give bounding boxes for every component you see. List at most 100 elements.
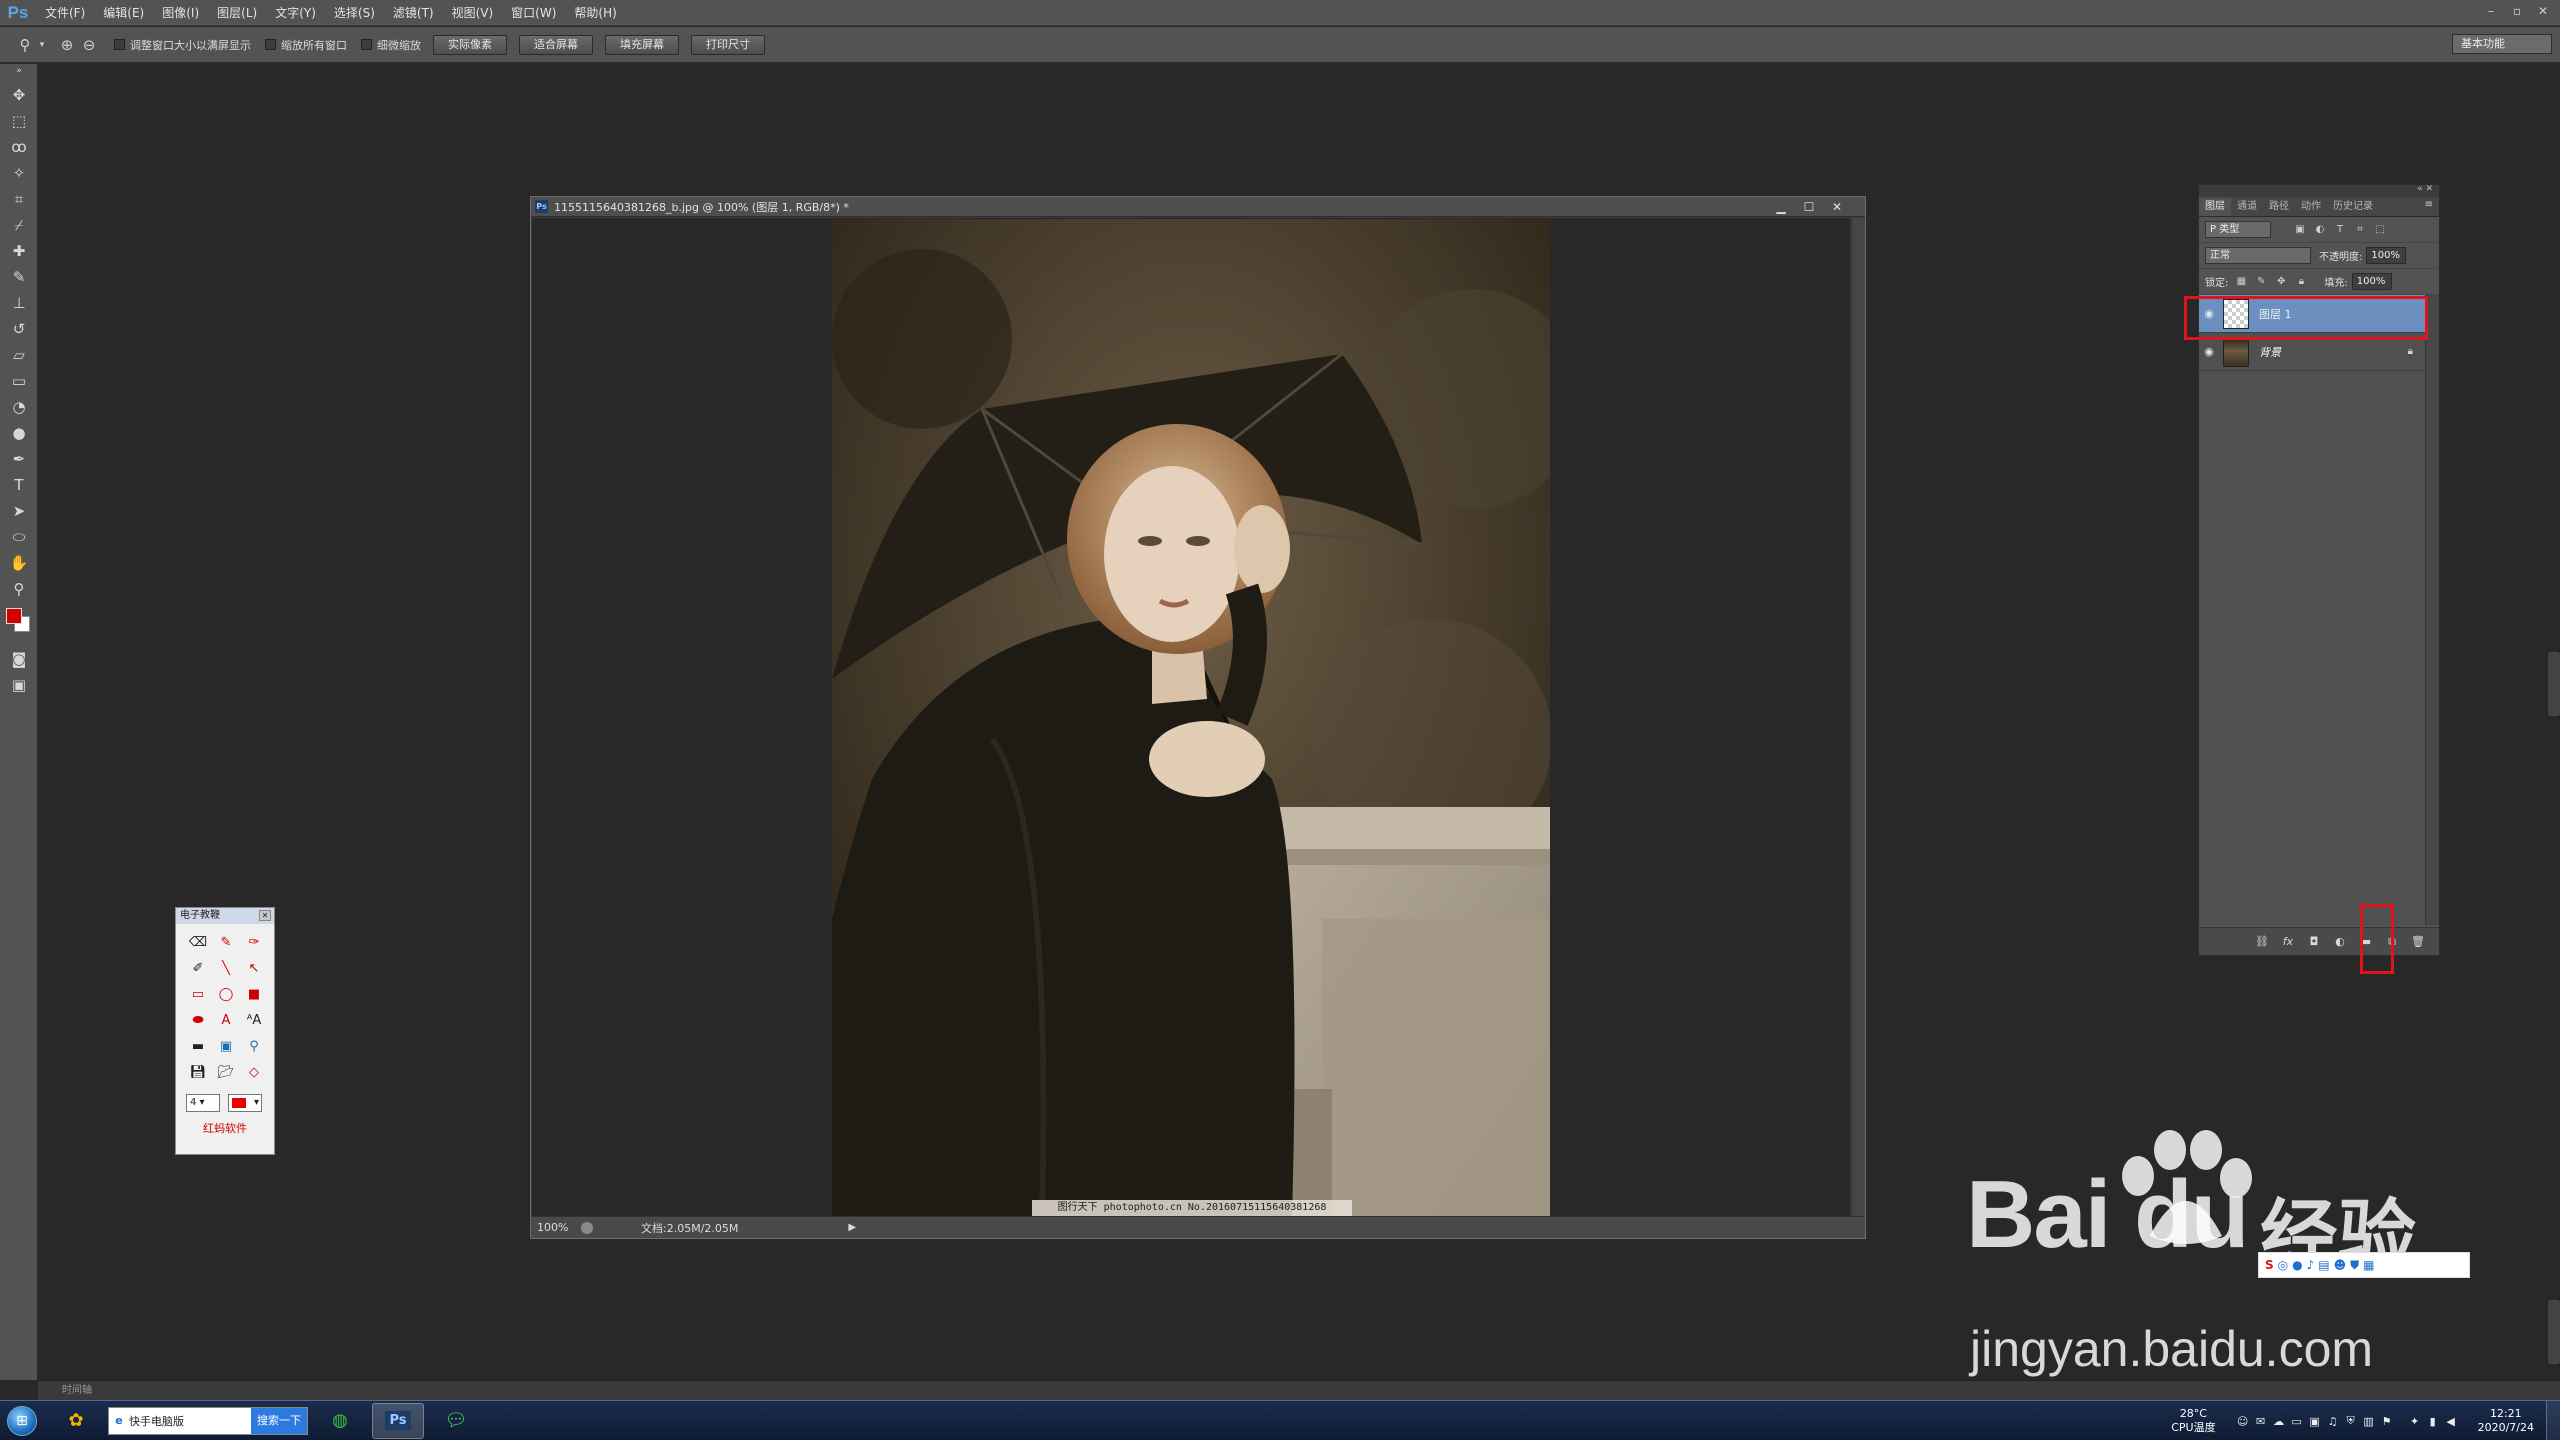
checkbox-box[interactable] — [114, 39, 125, 50]
zoom-tool-icon[interactable]: ⚲ — [14, 34, 36, 56]
user-icon[interactable]: ☻ — [2334, 1258, 2347, 1272]
marquee-tool-icon[interactable]: ⬚ — [0, 108, 38, 134]
restore-button[interactable]: ▫ — [2504, 0, 2530, 22]
panel-menu-icon[interactable]: ≡ — [2425, 199, 2433, 210]
menu-file[interactable]: 文件(F) — [36, 0, 94, 26]
screenshot-icon[interactable]: ▣ — [212, 1034, 240, 1060]
panel-header[interactable]: « ✕ — [2199, 184, 2439, 197]
menu-type[interactable]: 文字(Y) — [266, 0, 325, 26]
status-icon[interactable] — [581, 1221, 593, 1234]
eraser-tool-icon[interactable]: ▱ — [0, 342, 38, 368]
clear-icon[interactable]: ◇ — [240, 1060, 268, 1086]
logo-icon[interactable]: S — [2265, 1258, 2274, 1272]
lasso-tool-icon[interactable]: ꝏ — [0, 134, 38, 160]
menu-edit[interactable]: 编辑(E) — [94, 0, 153, 26]
shirt-icon[interactable]: ⛊ — [2350, 1258, 2359, 1273]
hand-tool-icon[interactable]: ✋ — [0, 550, 38, 576]
scrubby-zoom-checkbox[interactable]: 细微缩放 — [361, 37, 421, 53]
adjustment-layer-icon[interactable]: ◐ — [2327, 935, 2353, 948]
tray-app-icon[interactable]: ▣ — [2306, 1415, 2324, 1428]
status-menu-arrow-icon[interactable]: ▶ — [848, 1222, 856, 1233]
path-selection-tool-icon[interactable]: ➤ — [0, 498, 38, 524]
shape-tool-icon[interactable]: ⬭ — [0, 524, 38, 550]
tray-flag-icon[interactable]: ⚑ — [2378, 1415, 2396, 1428]
cpu-temperature[interactable]: 28°C CPU温度 — [2171, 1407, 2215, 1435]
photo-woman-with-umbrella[interactable]: 图行天下 photophoto.cn No.201607151156403812… — [832, 219, 1550, 1216]
edge-handle[interactable] — [2548, 1300, 2560, 1364]
menu-layer[interactable]: 图层(L) — [208, 0, 266, 26]
highlighter-icon[interactable]: ✐ — [184, 956, 212, 982]
gradient-tool-icon[interactable]: ▭ — [0, 368, 38, 394]
browser-search-box[interactable]: e 快手电脑版 搜索一下 — [108, 1406, 308, 1435]
workspace-select[interactable]: 基本功能 — [2452, 34, 2552, 54]
arrow-icon[interactable]: ↖ — [240, 956, 268, 982]
show-desktop-button[interactable] — [2546, 1401, 2560, 1440]
tray-chat-icon[interactable]: ✉ — [2252, 1415, 2270, 1428]
filter-smart-object-icon[interactable]: ⬚ — [2373, 224, 2387, 235]
ellipse-filled-icon[interactable]: ⬬ — [184, 1008, 212, 1034]
line-icon[interactable]: ╲ — [212, 956, 240, 982]
photoshop-taskbar-icon[interactable]: Ps — [372, 1402, 424, 1439]
blend-mode-select[interactable]: 正常 — [2205, 247, 2311, 264]
move-tool-icon[interactable]: ✥ — [0, 82, 38, 108]
menu-help[interactable]: 帮助(H) — [565, 0, 625, 26]
lock-all-icon[interactable]: 🔒︎ — [2294, 276, 2308, 287]
zoom-in-icon[interactable]: ⊕ — [56, 34, 78, 56]
layers-scrollbar[interactable] — [2425, 295, 2439, 925]
tab-paths[interactable]: 路径 — [2263, 198, 2295, 216]
search-input[interactable]: 快手电脑版 — [129, 1413, 251, 1429]
magic-wand-tool-icon[interactable]: ✧ — [0, 160, 38, 186]
lock-position-icon[interactable]: ✥ — [2274, 276, 2288, 287]
search-button[interactable]: 搜索一下 — [251, 1407, 307, 1434]
brush-tool-icon[interactable]: ✎ — [0, 264, 38, 290]
whiteboard-close-button[interactable]: ✕ — [259, 910, 271, 921]
menu-filter[interactable]: 滤镜(T) — [384, 0, 443, 26]
marker-icon[interactable]: ✑ — [240, 930, 268, 956]
rectangle-filled-icon[interactable]: ■ — [240, 982, 268, 1008]
lock-pixels-icon[interactable]: ✎ — [2254, 276, 2268, 287]
foreground-color-swatch[interactable] — [6, 608, 22, 624]
pinwheel-app-icon[interactable]: ✿ — [50, 1403, 102, 1439]
timeline-panel[interactable]: 时间轴 — [38, 1380, 2560, 1400]
doc-close-button[interactable]: ✕ — [1823, 197, 1851, 217]
zoom-level-field[interactable]: 100% — [531, 1221, 575, 1234]
checkbox-box[interactable] — [265, 39, 276, 50]
start-button[interactable]: ⊞ — [0, 1401, 44, 1440]
edge-handle[interactable] — [2548, 652, 2560, 716]
actual-pixels-button[interactable]: 实际像素 — [433, 34, 507, 55]
delete-layer-icon[interactable]: 🗑︎ — [2405, 935, 2431, 948]
pen-size-select[interactable]: 4 ▾ — [186, 1094, 220, 1112]
browser-app-icon[interactable]: ◍ — [314, 1403, 366, 1439]
globe-icon[interactable]: ◎ — [2278, 1258, 2288, 1272]
tray-user-icon[interactable]: ☺ — [2234, 1415, 2252, 1428]
save-icon[interactable]: 💾︎ — [184, 1060, 212, 1086]
layer-style-icon[interactable]: fx — [2275, 935, 2301, 948]
font-size-icon[interactable]: ᴬA — [240, 1008, 268, 1034]
filter-shape-icon[interactable]: ⌗ — [2353, 224, 2367, 235]
pen-tool-icon[interactable]: ✒ — [0, 446, 38, 472]
menu-image[interactable]: 图像(I) — [153, 0, 208, 26]
taskbar-clock[interactable]: 12:21 2020/7/24 — [2478, 1407, 2534, 1435]
tab-history[interactable]: 历史记录 — [2327, 198, 2379, 216]
dodge-tool-icon[interactable]: ● — [0, 420, 38, 446]
tray-cloud-icon[interactable]: ☁ — [2270, 1415, 2288, 1428]
resize-windows-checkbox[interactable]: 调整窗口大小以满屏显示 — [114, 37, 251, 53]
rectangle-outline-icon[interactable]: ▭ — [184, 982, 212, 1008]
document-canvas[interactable]: 图行天下 photophoto.cn No.201607151156403812… — [532, 218, 1850, 1216]
panel-collapse-icon[interactable]: « ✕ — [2417, 184, 2433, 194]
link-layers-icon[interactable]: ⛓ — [2249, 935, 2275, 948]
crop-tool-icon[interactable]: ⌗ — [0, 186, 38, 212]
menu-window[interactable]: 窗口(W) — [502, 0, 565, 26]
color-swatches[interactable] — [0, 602, 37, 646]
filter-adjustment-icon[interactable]: ◐ — [2313, 224, 2327, 235]
lock-transparent-icon[interactable]: ▦ — [2234, 276, 2248, 287]
tray-monitor-icon[interactable]: ▭ — [2288, 1415, 2306, 1428]
text-tool-icon[interactable]: A — [212, 1008, 240, 1034]
tab-layers[interactable]: 图层 — [2199, 198, 2231, 216]
mic-icon[interactable]: ♪ — [2307, 1258, 2315, 1272]
healing-brush-tool-icon[interactable]: ✚ — [0, 238, 38, 264]
menu-select[interactable]: 选择(S) — [325, 0, 384, 26]
fill-screen-button[interactable]: 填充屏幕 — [605, 34, 679, 55]
layer-kind-filter[interactable]: P 类型 — [2205, 221, 2271, 238]
dropdown-arrow-icon[interactable]: ▾ — [36, 34, 48, 56]
